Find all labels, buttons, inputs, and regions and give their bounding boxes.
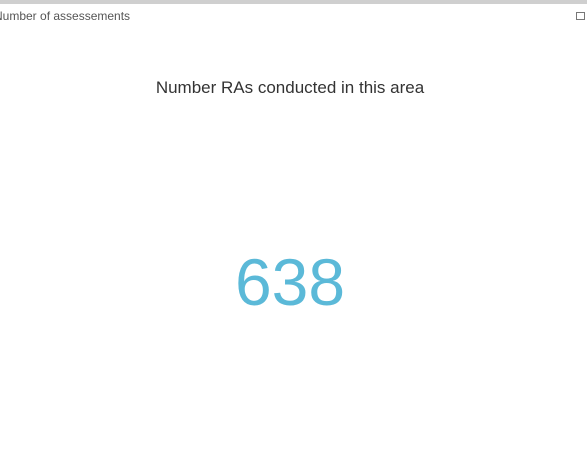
indicator-value: 638 [234, 245, 346, 319]
indicator-widget: Number of assessements Number RAs conduc… [0, 0, 587, 461]
widget-title: Number of assessements [0, 9, 131, 23]
indicator-subtitle: Number RAs conducted in this area [155, 78, 425, 97]
maximize-icon[interactable] [576, 12, 585, 20]
widget-header: Number of assessements [0, 4, 587, 28]
